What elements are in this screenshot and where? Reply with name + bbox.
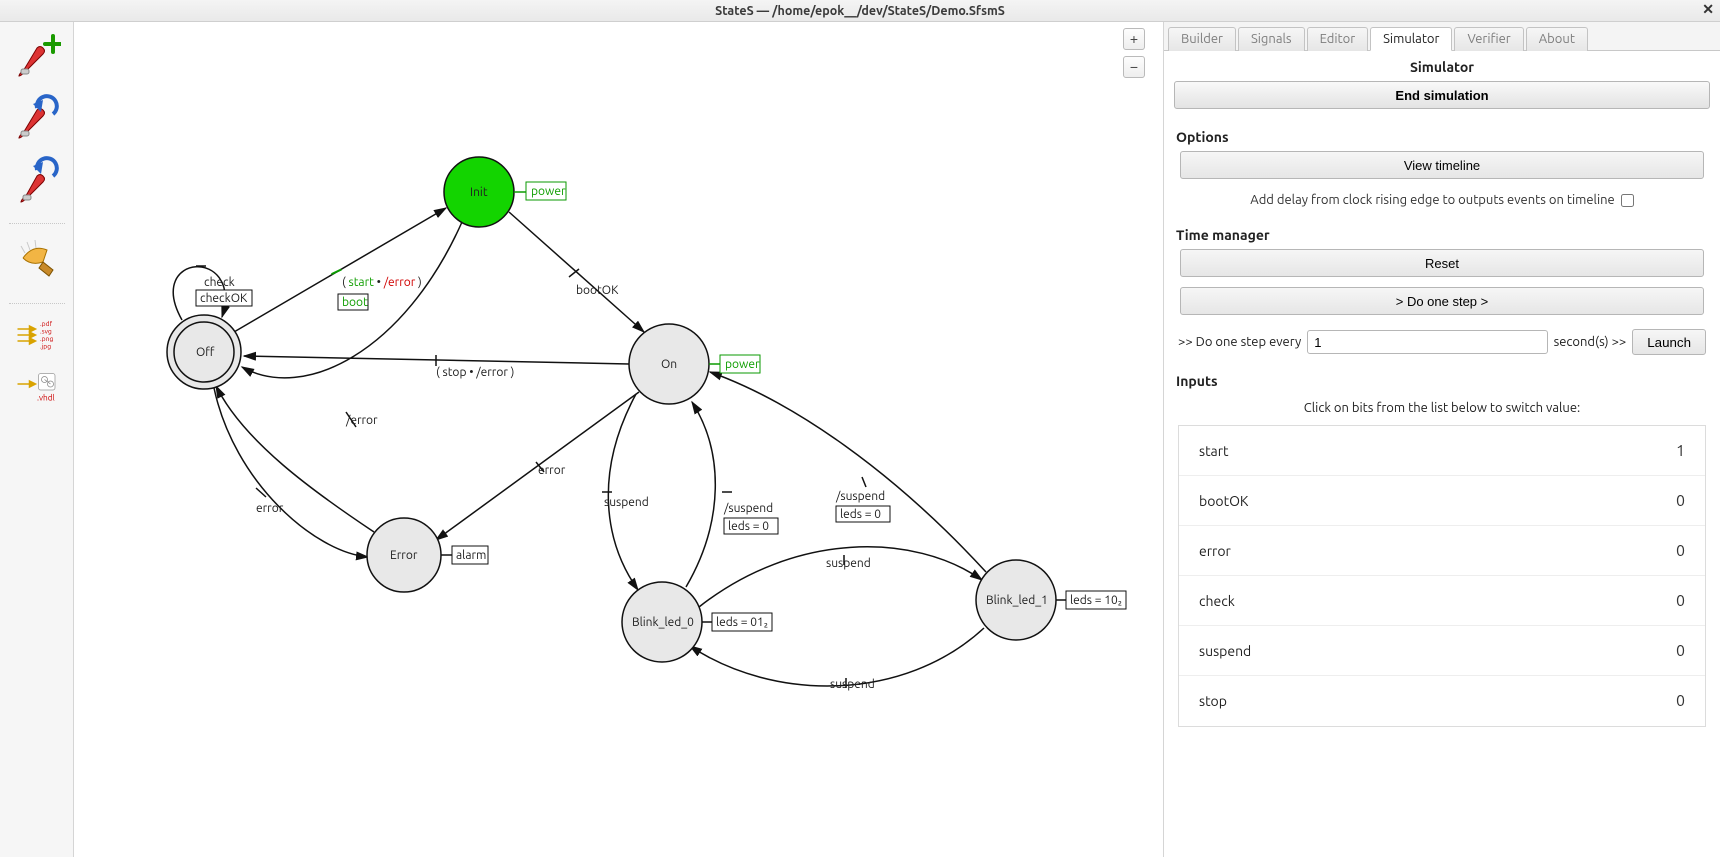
svg-text:alarm: alarm [456, 549, 486, 562]
step-every-post: second(s) >> [1554, 335, 1627, 349]
panel-title: Simulator [1164, 51, 1720, 81]
svg-text:.png: .png [40, 336, 53, 343]
export-vhdl-button[interactable]: .vhdl [9, 364, 65, 410]
svg-text:leds = 0: leds = 0 [728, 520, 769, 533]
tab-signals[interactable]: Signals [1238, 27, 1305, 51]
tab-simulator[interactable]: Simulator [1370, 27, 1452, 51]
input-name: bootOK [1199, 493, 1655, 509]
svg-text:suspend: suspend [604, 496, 649, 509]
svg-text:/suspend: /suspend [835, 490, 885, 503]
input-name: check [1199, 593, 1655, 609]
end-simulation-button[interactable]: End simulation [1174, 81, 1710, 109]
tab-verifier[interactable]: Verifier [1454, 27, 1523, 51]
view-timeline-button[interactable]: View timeline [1180, 151, 1704, 179]
svg-text:.vhdl: .vhdl [37, 393, 55, 403]
export-image-button[interactable]: .pdf .svg .png .jpg [9, 312, 65, 358]
svg-text:Init: Init [470, 186, 488, 199]
svg-text:Error: Error [390, 549, 418, 562]
svg-text:Off: Off [196, 346, 215, 359]
svg-text:On: On [661, 358, 677, 371]
input-name: start [1199, 443, 1655, 459]
tab-bar: Builder Signals Editor Simulator Verifie… [1164, 22, 1720, 51]
new-project-button[interactable] [9, 28, 65, 84]
input-row[interactable]: start 1 [1179, 426, 1705, 476]
close-icon[interactable]: ✕ [1702, 2, 1714, 16]
svg-text:check: check [204, 276, 235, 289]
svg-text:.svg: .svg [40, 329, 52, 336]
input-value[interactable]: 1 [1655, 442, 1685, 460]
svg-text:checkOK: checkOK [200, 292, 248, 305]
tab-builder[interactable]: Builder [1168, 27, 1236, 51]
input-row[interactable]: check 0 [1179, 576, 1705, 626]
svg-text:error: error [538, 464, 566, 477]
svg-text:Blink_led_1: Blink_led_1 [986, 594, 1048, 607]
delay-checkbox[interactable] [1621, 194, 1634, 207]
input-value[interactable]: 0 [1655, 642, 1685, 660]
svg-text:( start • /error ): ( start • /error ) [342, 276, 422, 289]
launch-button[interactable]: Launch [1632, 329, 1706, 355]
svg-text:leds = 01₂: leds = 01₂ [716, 616, 768, 629]
svg-text:power: power [531, 185, 566, 198]
inputs-hint: Click on bits from the list below to swi… [1164, 395, 1720, 425]
options-heading: Options [1164, 123, 1720, 151]
svg-text:.pdf: .pdf [40, 320, 53, 328]
svg-text:.jpg: .jpg [40, 343, 51, 351]
input-row[interactable]: stop 0 [1179, 676, 1705, 726]
svg-text:Blink_led_0: Blink_led_0 [632, 616, 694, 629]
delay-label: Add delay from clock rising edge to outp… [1250, 193, 1614, 207]
fsm-diagram[interactable]: check checkOK ( start • /error ) boot /e… [74, 22, 1163, 842]
inputs-table: start 1 bootOK 0 error 0 check 0 suspend… [1178, 425, 1706, 727]
reset-button[interactable]: Reset [1180, 249, 1704, 277]
window-title: StateS — /home/epok__/dev/StateS/Demo.Sf… [715, 4, 1005, 18]
tab-about[interactable]: About [1526, 27, 1588, 51]
svg-text:leds = 0: leds = 0 [840, 508, 881, 521]
svg-text:boot: boot [342, 296, 368, 309]
input-name: error [1199, 543, 1655, 559]
svg-text:suspend: suspend [830, 678, 875, 691]
input-row[interactable]: bootOK 0 [1179, 476, 1705, 526]
input-row[interactable]: suspend 0 [1179, 626, 1705, 676]
inputs-heading: Inputs [1164, 367, 1720, 395]
clear-button[interactable] [9, 232, 65, 288]
input-value[interactable]: 0 [1655, 692, 1685, 710]
svg-text:error: error [256, 502, 284, 515]
svg-text:leds = 10₂: leds = 10₂ [1070, 594, 1122, 607]
input-name: suspend [1199, 643, 1655, 659]
step-interval-input[interactable] [1307, 330, 1547, 354]
svg-text:( stop • /error ): ( stop • /error ) [436, 366, 514, 379]
left-toolbar: .pdf .svg .png .jpg .vhdl [0, 22, 74, 857]
right-panel: Builder Signals Editor Simulator Verifie… [1164, 22, 1720, 857]
time-manager-heading: Time manager [1164, 221, 1720, 249]
input-value[interactable]: 0 [1655, 592, 1685, 610]
svg-text:power: power [725, 358, 760, 371]
input-row[interactable]: error 0 [1179, 526, 1705, 576]
tab-editor[interactable]: Editor [1307, 27, 1369, 51]
input-value[interactable]: 0 [1655, 492, 1685, 510]
svg-text:/suspend: /suspend [723, 502, 773, 515]
input-name: stop [1199, 693, 1655, 709]
titlebar: StateS — /home/epok__/dev/StateS/Demo.Sf… [0, 0, 1720, 22]
svg-text:bootOK: bootOK [576, 284, 619, 297]
do-one-step-button[interactable]: > Do one step > [1180, 287, 1704, 315]
svg-text:/error: /error [345, 414, 378, 427]
open-project-button[interactable] [9, 90, 65, 146]
save-project-button[interactable] [9, 152, 65, 208]
svg-text:suspend: suspend [826, 557, 871, 570]
step-every-pre: >> Do one step every [1178, 335, 1301, 349]
input-value[interactable]: 0 [1655, 542, 1685, 560]
canvas-area[interactable]: + − check checkOK [74, 22, 1164, 857]
